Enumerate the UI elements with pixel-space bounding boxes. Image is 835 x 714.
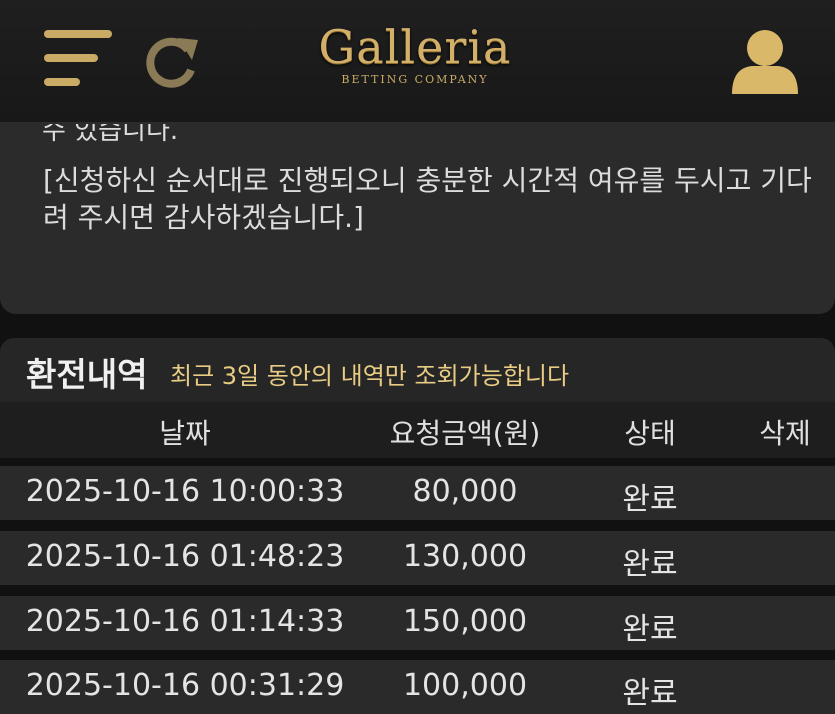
column-delete: 삭제 [759,417,811,450]
row-amount: 100,000 [402,668,528,703]
row-status: 완료 [622,482,678,517]
menu-bar-bottom [44,78,80,86]
column-amount: 요청금액(원) [389,417,541,450]
menu-icon[interactable] [44,30,116,92]
logo[interactable]: Galleria BETTING COMPANY [300,22,530,86]
row-amount: 130,000 [402,539,528,574]
history-title: 환전내역 [26,355,148,394]
row-amount: 80,000 [412,474,518,509]
column-date: 날짜 [159,417,211,450]
history-header: 환전내역 최근 3일 동안의 내역만 조회가능합니다 [0,338,835,402]
menu-bar-top [44,30,112,38]
top-header: Galleria BETTING COMPANY [0,0,835,124]
menu-bar-middle [44,54,98,62]
row-status: 완료 [622,676,678,711]
history-note: 최근 3일 동안의 내역만 조회가능합니다 [170,362,570,390]
row-date: 2025-10-16 00:31:29 [25,668,345,703]
table-row: 2025-10-16 00:31:29 100,000 완료 [0,660,835,714]
notice-cut-line: 수 있습니다. [42,124,179,146]
refresh-icon[interactable] [144,34,200,90]
table-header: 날짜 요청금액(원) 상태 삭제 [0,402,835,458]
exchange-history-section: 환전내역 최근 3일 동안의 내역만 조회가능합니다 날짜 요청금액(원) 상태… [0,338,835,714]
logo-title: Galleria [318,20,512,74]
page: Galleria BETTING COMPANY 수 있습니다. [신청하신 순… [0,0,835,714]
table-row: 2025-10-16 10:00:33 80,000 완료 [0,466,835,520]
user-icon[interactable] [730,28,800,96]
column-status: 상태 [624,417,676,450]
table-row: 2025-10-16 01:48:23 130,000 완료 [0,531,835,585]
notice-box: 수 있습니다. [신청하신 순서대로 진행되오니 충분한 시간적 여유를 두시고… [0,124,835,314]
row-date: 2025-10-16 10:00:33 [25,474,345,509]
notice-text: [신청하신 순서대로 진행되오니 충분한 시간적 여유를 두시고 기다려 주시면… [43,164,812,234]
row-status: 완료 [622,547,678,582]
table-row: 2025-10-16 01:14:33 150,000 완료 [0,596,835,650]
logo-subtitle: BETTING COMPANY [341,73,489,86]
row-date: 2025-10-16 01:48:23 [25,539,345,574]
row-status: 완료 [622,612,678,647]
row-date: 2025-10-16 01:14:33 [25,604,345,639]
row-amount: 150,000 [402,604,528,639]
